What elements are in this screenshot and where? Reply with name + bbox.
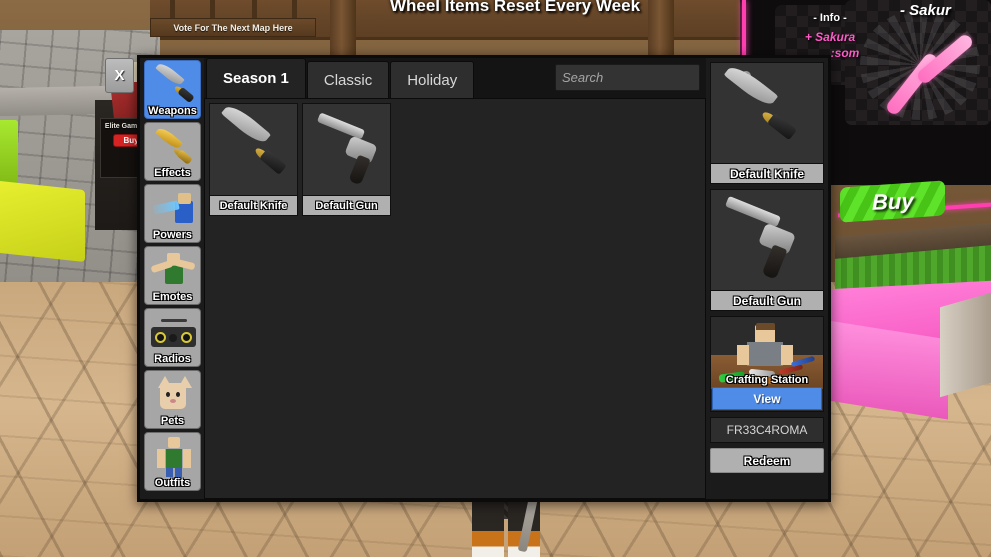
counter-wood-edge xyxy=(940,292,991,398)
grid-item-label: Default Gun xyxy=(303,195,390,215)
shop-buy-label: Buy xyxy=(871,187,914,215)
grid-item-label: Default Knife xyxy=(210,195,297,215)
gun-icon xyxy=(711,190,823,290)
equipped-sidebar: Default Knife Default Gun Crafting Stati… xyxy=(706,58,828,499)
redeem-button[interactable]: Redeem xyxy=(710,448,824,473)
tab-holiday[interactable]: Holiday xyxy=(390,61,475,98)
sidebar-item-powers[interactable]: Powers xyxy=(144,184,201,243)
main-content: Season 1 Classic Holiday Default Knife xyxy=(204,58,755,499)
equipped-slot-knife[interactable]: Default Knife xyxy=(710,62,824,184)
sidebar-item-label: Powers xyxy=(152,229,193,241)
sidebar-item-label: Effects xyxy=(154,167,191,179)
tab-season-1[interactable]: Season 1 xyxy=(206,58,306,98)
vote-map-sign: Vote For The Next Map Here xyxy=(150,18,316,37)
vote-map-sign-label: Vote For The Next Map Here xyxy=(173,22,293,33)
sidebar-item-emotes[interactable]: Emotes xyxy=(144,246,201,305)
equipped-slot-label: Default Knife xyxy=(711,163,823,183)
yellow-crate xyxy=(0,180,85,262)
crafting-station-card[interactable]: Crafting Station View xyxy=(710,316,824,412)
sidebar-item-label: Pets xyxy=(160,415,185,427)
sidebar-item-label: Radios xyxy=(154,353,191,365)
crafting-station-label: Crafting Station xyxy=(725,374,809,386)
info-sign-title: - Info - xyxy=(813,12,847,24)
sidebar-item-effects[interactable]: Effects xyxy=(144,122,201,181)
tab-label: Season 1 xyxy=(223,70,289,87)
sidebar-item-pets[interactable]: Pets xyxy=(144,370,201,429)
tab-classic[interactable]: Classic xyxy=(306,61,390,98)
shop-buy-button[interactable]: Buy xyxy=(840,180,945,223)
category-sidebar: Weapons Effects Powers Emotes Radios Pet… xyxy=(140,58,204,499)
sidebar-item-label: Weapons xyxy=(148,105,197,117)
promo-code-value: FR33C4ROMA xyxy=(726,423,808,437)
gun-icon xyxy=(303,104,390,195)
equipped-slot-label: Default Gun xyxy=(711,290,823,310)
item-grid: Default Knife Default Gun xyxy=(204,98,706,499)
sidebar-item-weapons[interactable]: Weapons xyxy=(144,60,201,119)
tab-label: Classic xyxy=(323,71,373,89)
promo-code-input[interactable]: FR33C4ROMA xyxy=(710,417,824,443)
info-sign-line1: + Sakura xyxy=(804,30,856,44)
sakura-shop-title: - Sakur xyxy=(900,2,951,19)
sidebar-item-label: Outfits xyxy=(154,477,191,489)
tab-label: Holiday xyxy=(407,71,458,89)
grid-item-default-gun[interactable]: Default Gun xyxy=(302,103,391,216)
search-box[interactable] xyxy=(555,64,755,91)
tab-bar: Season 1 Classic Holiday xyxy=(204,58,755,98)
grid-item-default-knife[interactable]: Default Knife xyxy=(209,103,298,216)
wheel-reset-sign: Wheel Items Reset Every Week xyxy=(389,0,641,15)
redeem-button-label: Redeem xyxy=(743,453,791,468)
view-button-label: View xyxy=(753,391,781,406)
player-leg-left xyxy=(472,499,504,557)
inventory-panel: Weapons Effects Powers Emotes Radios Pet… xyxy=(137,55,831,502)
knife-icon xyxy=(711,63,823,163)
sidebar-item-outfits[interactable]: Outfits xyxy=(144,432,201,491)
view-button[interactable]: View xyxy=(712,387,822,410)
close-icon: X xyxy=(114,67,125,84)
sidebar-item-label: Emotes xyxy=(152,291,193,303)
close-button[interactable]: X xyxy=(105,58,134,93)
equipped-slot-gun[interactable]: Default Gun xyxy=(710,189,824,311)
knife-icon xyxy=(210,104,297,195)
sidebar-item-radios[interactable]: Radios xyxy=(144,308,201,367)
